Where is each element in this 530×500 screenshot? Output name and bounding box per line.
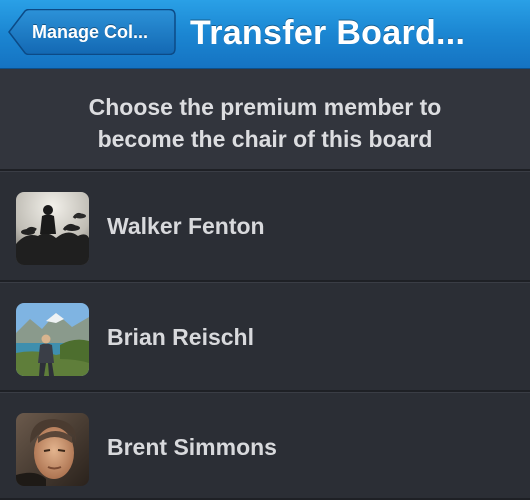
page-title: Transfer Board... — [190, 14, 466, 52]
avatar — [16, 303, 89, 376]
instruction-line-2: become the chair of this board — [97, 126, 433, 152]
avatar-image — [16, 303, 89, 376]
member-name: Brent Simmons — [107, 434, 277, 460]
member-row-walker-fenton[interactable]: Walker Fenton — [0, 172, 530, 280]
avatar — [16, 413, 89, 486]
member-row-brian-reischl[interactable]: Brian Reischl — [0, 283, 530, 391]
instruction-text: Choose the premium member to become the … — [0, 69, 530, 169]
instruction-line-1: Choose the premium member to — [88, 94, 442, 120]
avatar-image — [16, 192, 89, 265]
navigation-bar: Manage Col... Transfer Board... — [0, 0, 530, 69]
member-name: Brian Reischl — [107, 324, 254, 350]
screen: Manage Col... Transfer Board... Choose t… — [0, 0, 530, 500]
member-name: Walker Fenton — [107, 213, 265, 239]
member-row-brent-simmons[interactable]: Brent Simmons — [0, 393, 530, 500]
avatar — [16, 192, 89, 265]
back-button[interactable]: Manage Col... — [8, 9, 176, 55]
back-button-label: Manage Col... — [32, 22, 149, 42]
avatar-image — [16, 413, 89, 486]
